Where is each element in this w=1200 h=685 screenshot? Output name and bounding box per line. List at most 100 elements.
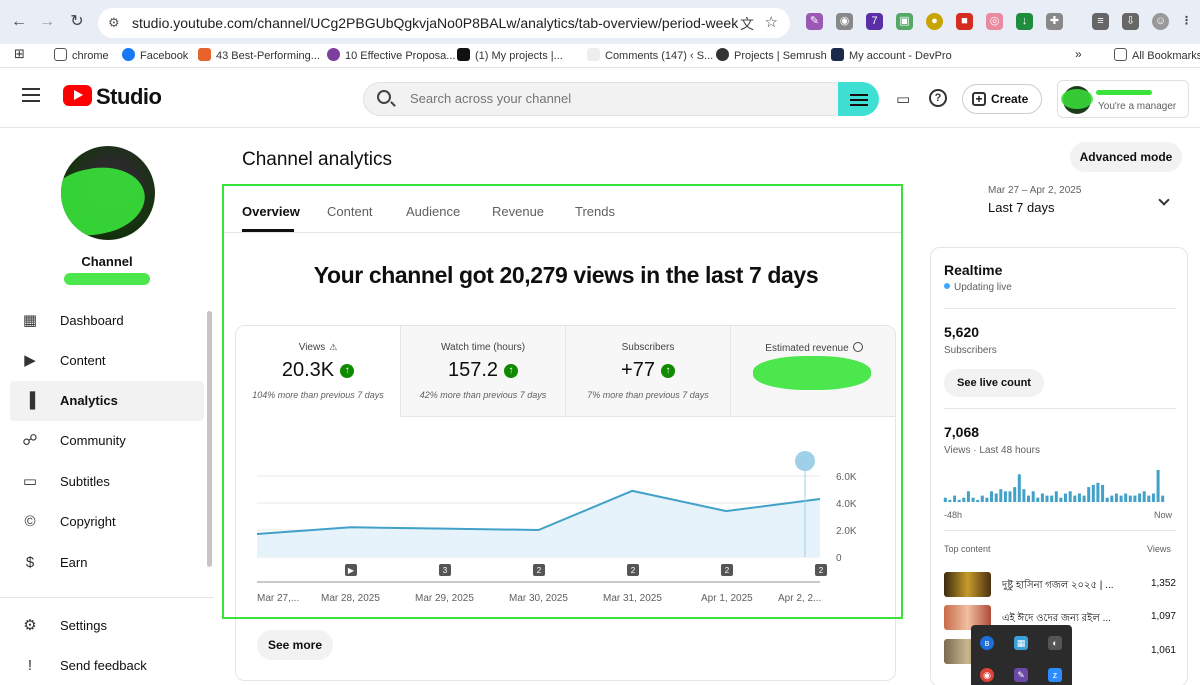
- bookmark-item[interactable]: Facebook: [122, 48, 188, 62]
- tab-content[interactable]: Content: [327, 204, 373, 219]
- sparkline-bar: [1054, 491, 1058, 502]
- sidebar-item-label: Dashboard: [60, 313, 124, 328]
- top-content-label: Top content: [944, 544, 991, 554]
- extension-pink-icon[interactable]: ◎: [986, 13, 1003, 30]
- chart-x-tick-label: Mar 28, 2025: [321, 593, 380, 604]
- see-more-button[interactable]: See more: [257, 630, 333, 660]
- top-content-row[interactable]: দুষ্টু হাসিনা গজল ২০২৫ | ... 1,352: [944, 570, 1176, 598]
- extensions-puzzle-icon[interactable]: ✚: [1046, 13, 1063, 30]
- sidebar-item-content[interactable]: ▶ Content: [10, 341, 204, 381]
- all-bookmarks[interactable]: All Bookmarks: [1114, 48, 1200, 62]
- metric-subscribers[interactable]: Subscribers +77 ↑ 7% more than previous 7…: [566, 326, 731, 417]
- chrome-icon[interactable]: ◉: [980, 668, 994, 682]
- dashboard-icon: ▦: [22, 312, 38, 329]
- sidebar-scrollbar[interactable]: [207, 311, 212, 567]
- realtime-title: Realtime: [944, 262, 1003, 278]
- bookmark-item[interactable]: 10 Effective Proposa...: [327, 48, 455, 62]
- profile-avatar-icon[interactable]: ☺: [1152, 13, 1169, 30]
- views-chart[interactable]: 6.0K 4.0K 2.0K 0 ▶ 3 2 2 2 2 Mar 27,... Mar 28, 202…: [236, 446, 896, 636]
- forward-icon[interactable]: →: [36, 11, 58, 33]
- address-url[interactable]: studio.youtube.com/channel/UCg2PBGUbQgkv…: [132, 15, 738, 31]
- search-filter-button[interactable]: [838, 82, 879, 116]
- bookmark-item[interactable]: chrome: [54, 48, 109, 62]
- search-box[interactable]: [363, 82, 848, 116]
- messages-icon[interactable]: ▭: [896, 90, 910, 108]
- tab-revenue[interactable]: Revenue: [492, 204, 544, 219]
- extension-red-icon[interactable]: ■: [956, 13, 973, 30]
- translate-icon[interactable]: 文: [740, 14, 754, 34]
- apps-grid-icon[interactable]: ⊞: [14, 46, 25, 62]
- sparkline-bar: [980, 495, 984, 502]
- tray-pen-icon[interactable]: ✎: [1014, 668, 1028, 682]
- site-info-icon[interactable]: ⚙: [108, 15, 120, 31]
- account-switcher[interactable]: You're a manager: [1057, 80, 1189, 118]
- sidebar-item-subtitles[interactable]: ▭ Subtitles: [10, 462, 204, 502]
- media-controls-icon[interactable]: ≡: [1092, 13, 1109, 30]
- metric-watch-time[interactable]: Watch time (hours) 157.2 ↑ 42% more than …: [401, 326, 566, 417]
- advanced-mode-button[interactable]: Advanced mode: [1070, 142, 1182, 172]
- zoom-icon[interactable]: z: [1048, 668, 1062, 682]
- date-range-picker[interactable]: Mar 27 – Apr 2, 2025 Last 7 days: [988, 185, 1081, 215]
- bookmark-item[interactable]: Projects | Semrush: [716, 48, 827, 62]
- sparkline-bar: [1008, 491, 1012, 502]
- extension-download-arrow-icon[interactable]: ↓: [1016, 13, 1033, 30]
- youtube-logo-icon[interactable]: [63, 85, 92, 106]
- extension-box-icon[interactable]: ▣: [896, 13, 913, 30]
- video-title[interactable]: দুষ্টু হাসিনা গজল ২০২৫ | ...: [1002, 578, 1132, 595]
- tab-trends[interactable]: Trends: [575, 204, 615, 219]
- bookmark-item[interactable]: Comments (147) ‹ S...: [587, 48, 713, 62]
- sidebar-item-send-feedback[interactable]: ! Send feedback: [10, 646, 204, 685]
- video-thumbnail[interactable]: [944, 572, 991, 597]
- reload-icon[interactable]: ↻: [66, 11, 88, 33]
- browser-menu-icon[interactable]: ⋮: [1178, 13, 1195, 30]
- sidebar-item-copyright[interactable]: © Copyright: [10, 502, 204, 542]
- chevron-down-icon[interactable]: [1158, 194, 1170, 206]
- realtime-views-sparkline[interactable]: [943, 466, 1165, 504]
- extension-circle-icon[interactable]: ●: [926, 13, 943, 30]
- menu-icon[interactable]: [22, 88, 40, 102]
- sidebar-item-earn[interactable]: $ Earn: [10, 543, 204, 583]
- sidebar-item-dashboard[interactable]: ▦ Dashboard: [10, 301, 204, 341]
- studio-logo-text[interactable]: Studio: [96, 84, 162, 110]
- analytics-icon: ▐: [24, 392, 36, 409]
- address-bar[interactable]: ⚙ studio.youtube.com/channel/UCg2PBGUbQg…: [98, 8, 790, 38]
- channel-avatar[interactable]: [61, 146, 155, 240]
- sparkline-bar: [1110, 495, 1114, 502]
- bookmark-star-icon[interactable]: ☆: [765, 13, 778, 31]
- redacted-channel-name: [64, 273, 150, 285]
- warning-icon[interactable]: ⚠: [329, 342, 337, 353]
- chart-upload-marker-label: 2: [537, 566, 542, 575]
- sidebar-item-settings[interactable]: ⚙ Settings: [10, 606, 204, 646]
- metric-views[interactable]: Views ⚠ 20.3K ↑ 104% more than previous 7 …: [236, 326, 401, 417]
- metric-label: Subscribers: [621, 342, 675, 353]
- sparkline-bar: [1022, 489, 1026, 502]
- tray-app-icon[interactable]: ▦: [1014, 636, 1028, 650]
- extension-camera-icon[interactable]: ◉: [836, 13, 853, 30]
- sparkline-bar: [1151, 493, 1155, 502]
- chart-x-tick-label: Mar 29, 2025: [415, 593, 474, 604]
- back-icon[interactable]: ←: [8, 11, 30, 33]
- see-live-count-button[interactable]: See live count: [944, 369, 1044, 397]
- webcam-icon[interactable]: ◐: [1048, 636, 1062, 650]
- extension-badge-icon[interactable]: 7: [866, 13, 883, 30]
- bookmark-item[interactable]: My account - DevPro: [831, 48, 952, 62]
- downloads-icon[interactable]: ⇩: [1122, 13, 1139, 30]
- search-input[interactable]: [410, 91, 810, 106]
- help-icon[interactable]: ?: [929, 89, 947, 107]
- bookmark-item[interactable]: (1) My projects |...: [457, 48, 563, 62]
- tab-audience[interactable]: Audience: [406, 204, 460, 219]
- folder-icon: [54, 48, 67, 61]
- realtime-views-label: Views · Last 48 hours: [944, 445, 1040, 456]
- create-label: Create: [991, 92, 1029, 106]
- create-button[interactable]: + Create: [962, 84, 1042, 114]
- metric-estimated-revenue[interactable]: Estimated revenue: [731, 326, 895, 417]
- bluetooth-icon[interactable]: ʙ: [980, 636, 994, 650]
- sidebar-item-analytics[interactable]: ▐ Analytics: [10, 381, 204, 421]
- sidebar-item-community[interactable]: ☍ Community: [10, 421, 204, 461]
- bookmark-item[interactable]: 43 Best-Performing...: [198, 48, 320, 62]
- tab-overview[interactable]: Overview: [242, 204, 300, 219]
- extension-pen-icon[interactable]: ✎: [806, 13, 823, 30]
- more-bookmarks-icon[interactable]: »: [1075, 47, 1082, 61]
- sparkline-bar: [1128, 495, 1132, 502]
- subtitles-icon: ▭: [22, 473, 38, 490]
